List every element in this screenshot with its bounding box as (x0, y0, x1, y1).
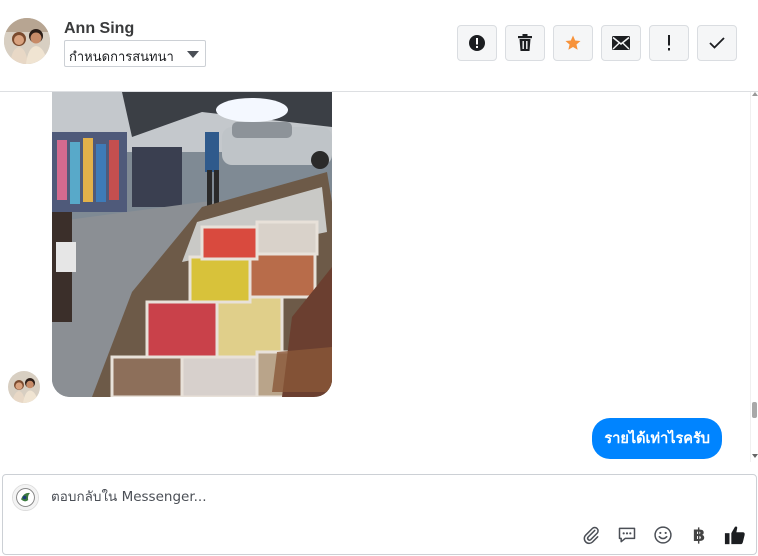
report-spam-button[interactable] (457, 25, 497, 61)
chevron-down-icon (187, 51, 199, 58)
composer-tools: ฿ (580, 524, 746, 546)
attachment-icon (583, 526, 599, 545)
follow-up-button[interactable] (649, 25, 689, 61)
checkmark-icon (709, 37, 725, 49)
thread-scrollbar[interactable] (750, 92, 758, 462)
contact-avatar[interactable] (4, 18, 50, 64)
like-icon (724, 526, 745, 545)
message-image[interactable] (52, 92, 332, 397)
emoji-icon (654, 526, 672, 544)
reply-input[interactable] (51, 489, 731, 505)
scrollbar-thumb[interactable] (752, 402, 757, 418)
star-button[interactable] (553, 25, 593, 61)
payment-icon: ฿ (692, 524, 706, 546)
star-icon (565, 35, 581, 50)
message-thread: รายได้เท่าไรครับ (0, 92, 758, 462)
conversation-label-value: กำหนดการสนทนา (69, 50, 174, 65)
conversation-header: Ann Sing กำหนดการสนทนา (0, 0, 758, 92)
contact-avatar-small[interactable] (8, 371, 40, 403)
contact-name[interactable]: Ann Sing (64, 20, 134, 38)
reply-composer: ฿ (2, 474, 757, 555)
scroll-up-arrow-icon[interactable] (752, 92, 758, 96)
mark-unread-button[interactable] (601, 25, 641, 61)
mark-done-button[interactable] (697, 25, 737, 61)
like-button[interactable] (724, 524, 746, 546)
delete-button[interactable] (505, 25, 545, 61)
mark-unread-icon (612, 36, 630, 50)
page-avatar (12, 484, 39, 511)
follow-up-icon (668, 35, 670, 51)
delete-icon (518, 34, 532, 51)
report-spam-icon (469, 35, 485, 51)
emoji-button[interactable] (652, 524, 674, 546)
scroll-down-arrow-icon[interactable] (752, 454, 758, 458)
saved-replies-button[interactable] (616, 524, 638, 546)
conversation-actions (457, 25, 737, 61)
attachment-button[interactable] (580, 524, 602, 546)
conversation-label-select[interactable]: กำหนดการสนทนา (64, 40, 206, 67)
saved-replies-icon (618, 527, 636, 543)
payment-button[interactable]: ฿ (688, 524, 710, 546)
outgoing-message-bubble[interactable]: รายได้เท่าไรครับ (592, 418, 722, 459)
